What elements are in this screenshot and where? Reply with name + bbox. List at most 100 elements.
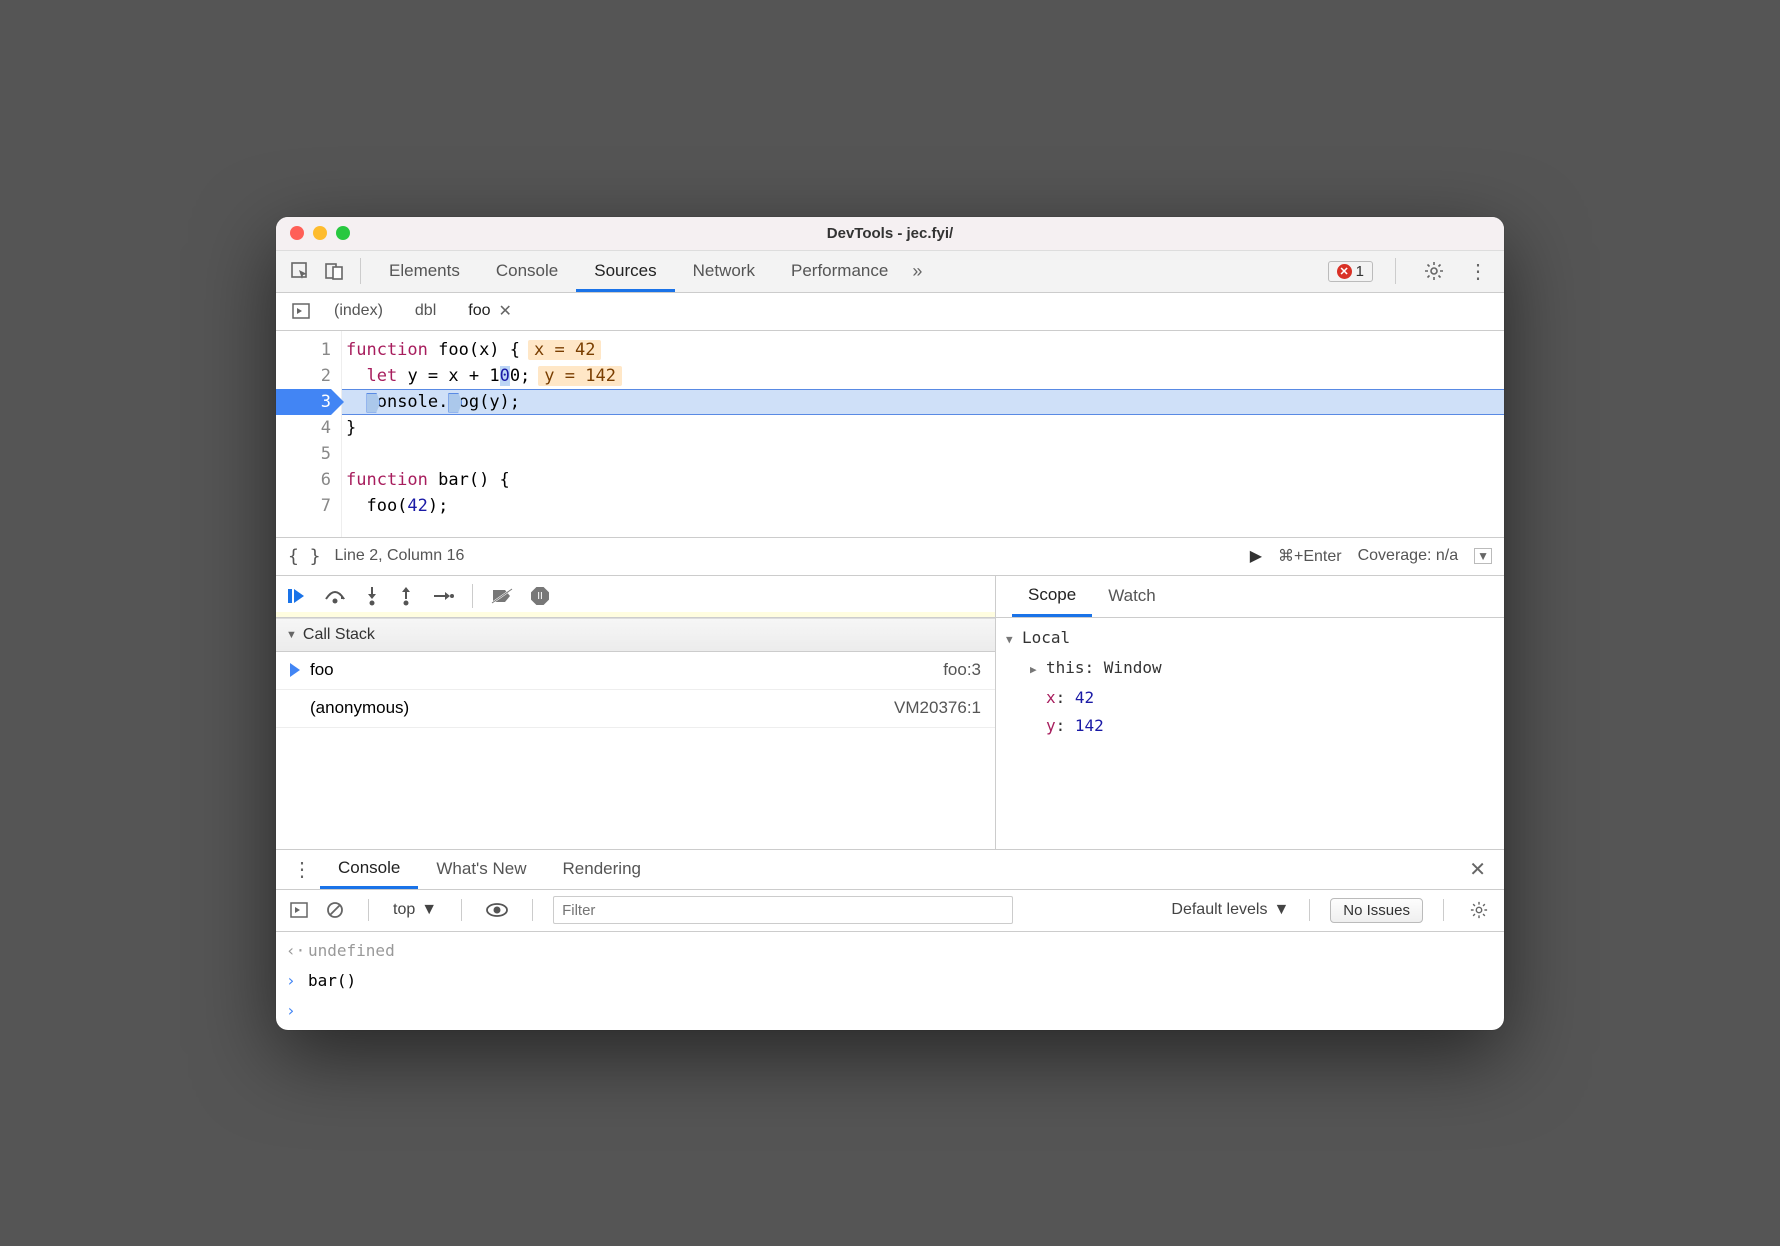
- drawer-tab-console[interactable]: Console: [320, 849, 418, 889]
- coverage-status: Coverage: n/a: [1358, 547, 1459, 565]
- issues-button[interactable]: No Issues: [1330, 898, 1423, 923]
- line-number[interactable]: 4: [276, 415, 331, 441]
- pause-exceptions-icon[interactable]: II: [531, 587, 549, 605]
- inspect-element-icon[interactable]: [290, 261, 310, 281]
- line-number[interactable]: 1: [276, 337, 331, 363]
- code-line[interactable]: console.log(y);: [342, 389, 1504, 415]
- drawer-tab-what-s-new[interactable]: What's New: [418, 849, 544, 889]
- divider: [1443, 899, 1444, 921]
- console-row[interactable]: ‹· undefined: [276, 936, 1504, 966]
- code-line[interactable]: [342, 441, 1504, 467]
- error-count-badge[interactable]: ✕ 1: [1328, 261, 1373, 282]
- scope-variable[interactable]: x: 42: [1030, 684, 1494, 712]
- file-tab-label: (index): [334, 302, 383, 320]
- call-stack-frame[interactable]: (anonymous)VM20376:1: [276, 690, 995, 728]
- side-tab-scope[interactable]: Scope: [1012, 576, 1092, 617]
- live-expression-icon[interactable]: [482, 902, 512, 918]
- window-title: DevTools - jec.fyi/: [276, 225, 1504, 242]
- file-tab[interactable]: dbl: [399, 292, 452, 330]
- file-tab-bar: (index) dblfoo ✕: [276, 293, 1504, 331]
- tab-sources[interactable]: Sources: [576, 250, 674, 292]
- call-stack-list: foo foo:3 (anonymous)VM20376:1: [276, 652, 995, 728]
- frame-name: foo: [310, 660, 334, 680]
- tab-network[interactable]: Network: [675, 250, 773, 292]
- frame-location: foo:3: [943, 660, 981, 680]
- line-number[interactable]: 5: [276, 441, 331, 467]
- divider: [1395, 258, 1396, 284]
- deactivate-breakpoints-icon[interactable]: [491, 587, 513, 605]
- frame-name: (anonymous): [310, 698, 409, 718]
- line-number[interactable]: 6: [276, 467, 331, 493]
- code-content[interactable]: function foo(x) {x = 42 let y = x + 100;…: [342, 331, 1504, 537]
- console-text: undefined: [308, 936, 395, 966]
- debugger-right-pane: ScopeWatch ▼Local ▶this: Windowx: 42y: 1…: [996, 576, 1504, 849]
- close-tab-icon[interactable]: ✕: [499, 301, 512, 321]
- tab-performance[interactable]: Performance: [773, 250, 906, 292]
- console-text: bar(): [308, 966, 356, 996]
- more-tabs-icon[interactable]: »: [906, 261, 928, 282]
- step-out-icon[interactable]: [398, 586, 414, 606]
- side-tab-watch[interactable]: Watch: [1092, 576, 1172, 617]
- sidebar-toggle-icon[interactable]: [286, 901, 312, 919]
- console-output[interactable]: ‹· undefined›bar()›: [276, 932, 1504, 1030]
- code-line[interactable]: function bar() {: [342, 467, 1504, 493]
- scope-group[interactable]: ▼Local: [1006, 624, 1494, 654]
- run-snippet-icon[interactable]: ▶: [1250, 546, 1262, 566]
- drawer-more-icon[interactable]: ⋮: [284, 857, 320, 882]
- code-line[interactable]: let y = x + 100;y = 142: [342, 363, 1504, 389]
- code-line[interactable]: }: [342, 415, 1504, 441]
- main-toolbar: ElementsConsoleSourcesNetworkPerformance…: [276, 251, 1504, 293]
- step-into-icon[interactable]: [364, 586, 380, 606]
- input-chevron-icon: ›: [286, 996, 300, 1026]
- console-filter-input[interactable]: [553, 896, 1013, 924]
- pretty-print-icon[interactable]: { }: [288, 546, 321, 567]
- more-options-icon[interactable]: ⋮: [1462, 259, 1494, 284]
- line-number[interactable]: 7: [276, 493, 331, 519]
- console-prompt[interactable]: ›: [276, 996, 1504, 1026]
- console-toolbar: top ▼ Default levels ▼ No Issues: [276, 890, 1504, 932]
- line-number[interactable]: 2: [276, 363, 331, 389]
- resume-icon[interactable]: [286, 586, 306, 606]
- navigator-toggle-icon[interactable]: [284, 302, 318, 320]
- scope-variable[interactable]: ▶this: Window: [1030, 654, 1494, 684]
- call-stack-header[interactable]: ▼ Call Stack: [276, 618, 995, 652]
- main-tabs: ElementsConsoleSourcesNetworkPerformance: [371, 250, 906, 292]
- clear-console-icon[interactable]: [322, 901, 348, 919]
- file-tab[interactable]: (index): [318, 292, 399, 330]
- chevron-down-icon: ▼: [421, 901, 437, 919]
- call-stack-label: Call Stack: [303, 626, 375, 644]
- run-hint: ⌘+Enter: [1278, 546, 1342, 566]
- drawer-tab-rendering[interactable]: Rendering: [545, 849, 659, 889]
- debugger-panes: II ▼ Call Stack foo foo:3 (anonymous)VM203…: [276, 576, 1504, 850]
- output-chevron-icon: ‹·: [286, 936, 300, 966]
- scope-variable[interactable]: y: 142: [1030, 712, 1494, 740]
- step-over-icon[interactable]: [324, 587, 346, 605]
- divider: [461, 899, 462, 921]
- dropdown-icon[interactable]: ▼: [1474, 548, 1492, 564]
- error-count: 1: [1356, 263, 1364, 280]
- divider: [360, 258, 361, 284]
- device-toolbar-icon[interactable]: [324, 261, 344, 281]
- titlebar: DevTools - jec.fyi/: [276, 217, 1504, 251]
- file-tab-label: foo: [468, 302, 490, 320]
- close-drawer-icon[interactable]: ✕: [1459, 857, 1496, 882]
- console-settings-icon[interactable]: [1464, 901, 1494, 919]
- log-levels-selector[interactable]: Default levels ▼: [1171, 901, 1289, 919]
- file-tab[interactable]: foo ✕: [452, 292, 528, 330]
- tab-elements[interactable]: Elements: [371, 250, 478, 292]
- scope-watch-tabs: ScopeWatch: [996, 576, 1504, 618]
- code-line[interactable]: function foo(x) {x = 42: [342, 337, 1504, 363]
- console-row[interactable]: ›bar(): [276, 966, 1504, 996]
- settings-gear-icon[interactable]: [1418, 261, 1450, 281]
- line-number[interactable]: 3: [276, 389, 331, 415]
- code-line[interactable]: foo(42);: [342, 493, 1504, 519]
- line-number-gutter[interactable]: 1234567: [276, 331, 342, 537]
- call-stack-frame[interactable]: foo foo:3: [276, 652, 995, 690]
- context-selector[interactable]: top ▼: [389, 901, 441, 919]
- divider: [472, 584, 473, 608]
- divider: [368, 899, 369, 921]
- drawer-tabs: ⋮ ConsoleWhat's NewRendering ✕: [276, 850, 1504, 890]
- step-icon[interactable]: [432, 588, 454, 604]
- code-editor[interactable]: 1234567 function foo(x) {x = 42 let y = …: [276, 331, 1504, 538]
- tab-console[interactable]: Console: [478, 250, 576, 292]
